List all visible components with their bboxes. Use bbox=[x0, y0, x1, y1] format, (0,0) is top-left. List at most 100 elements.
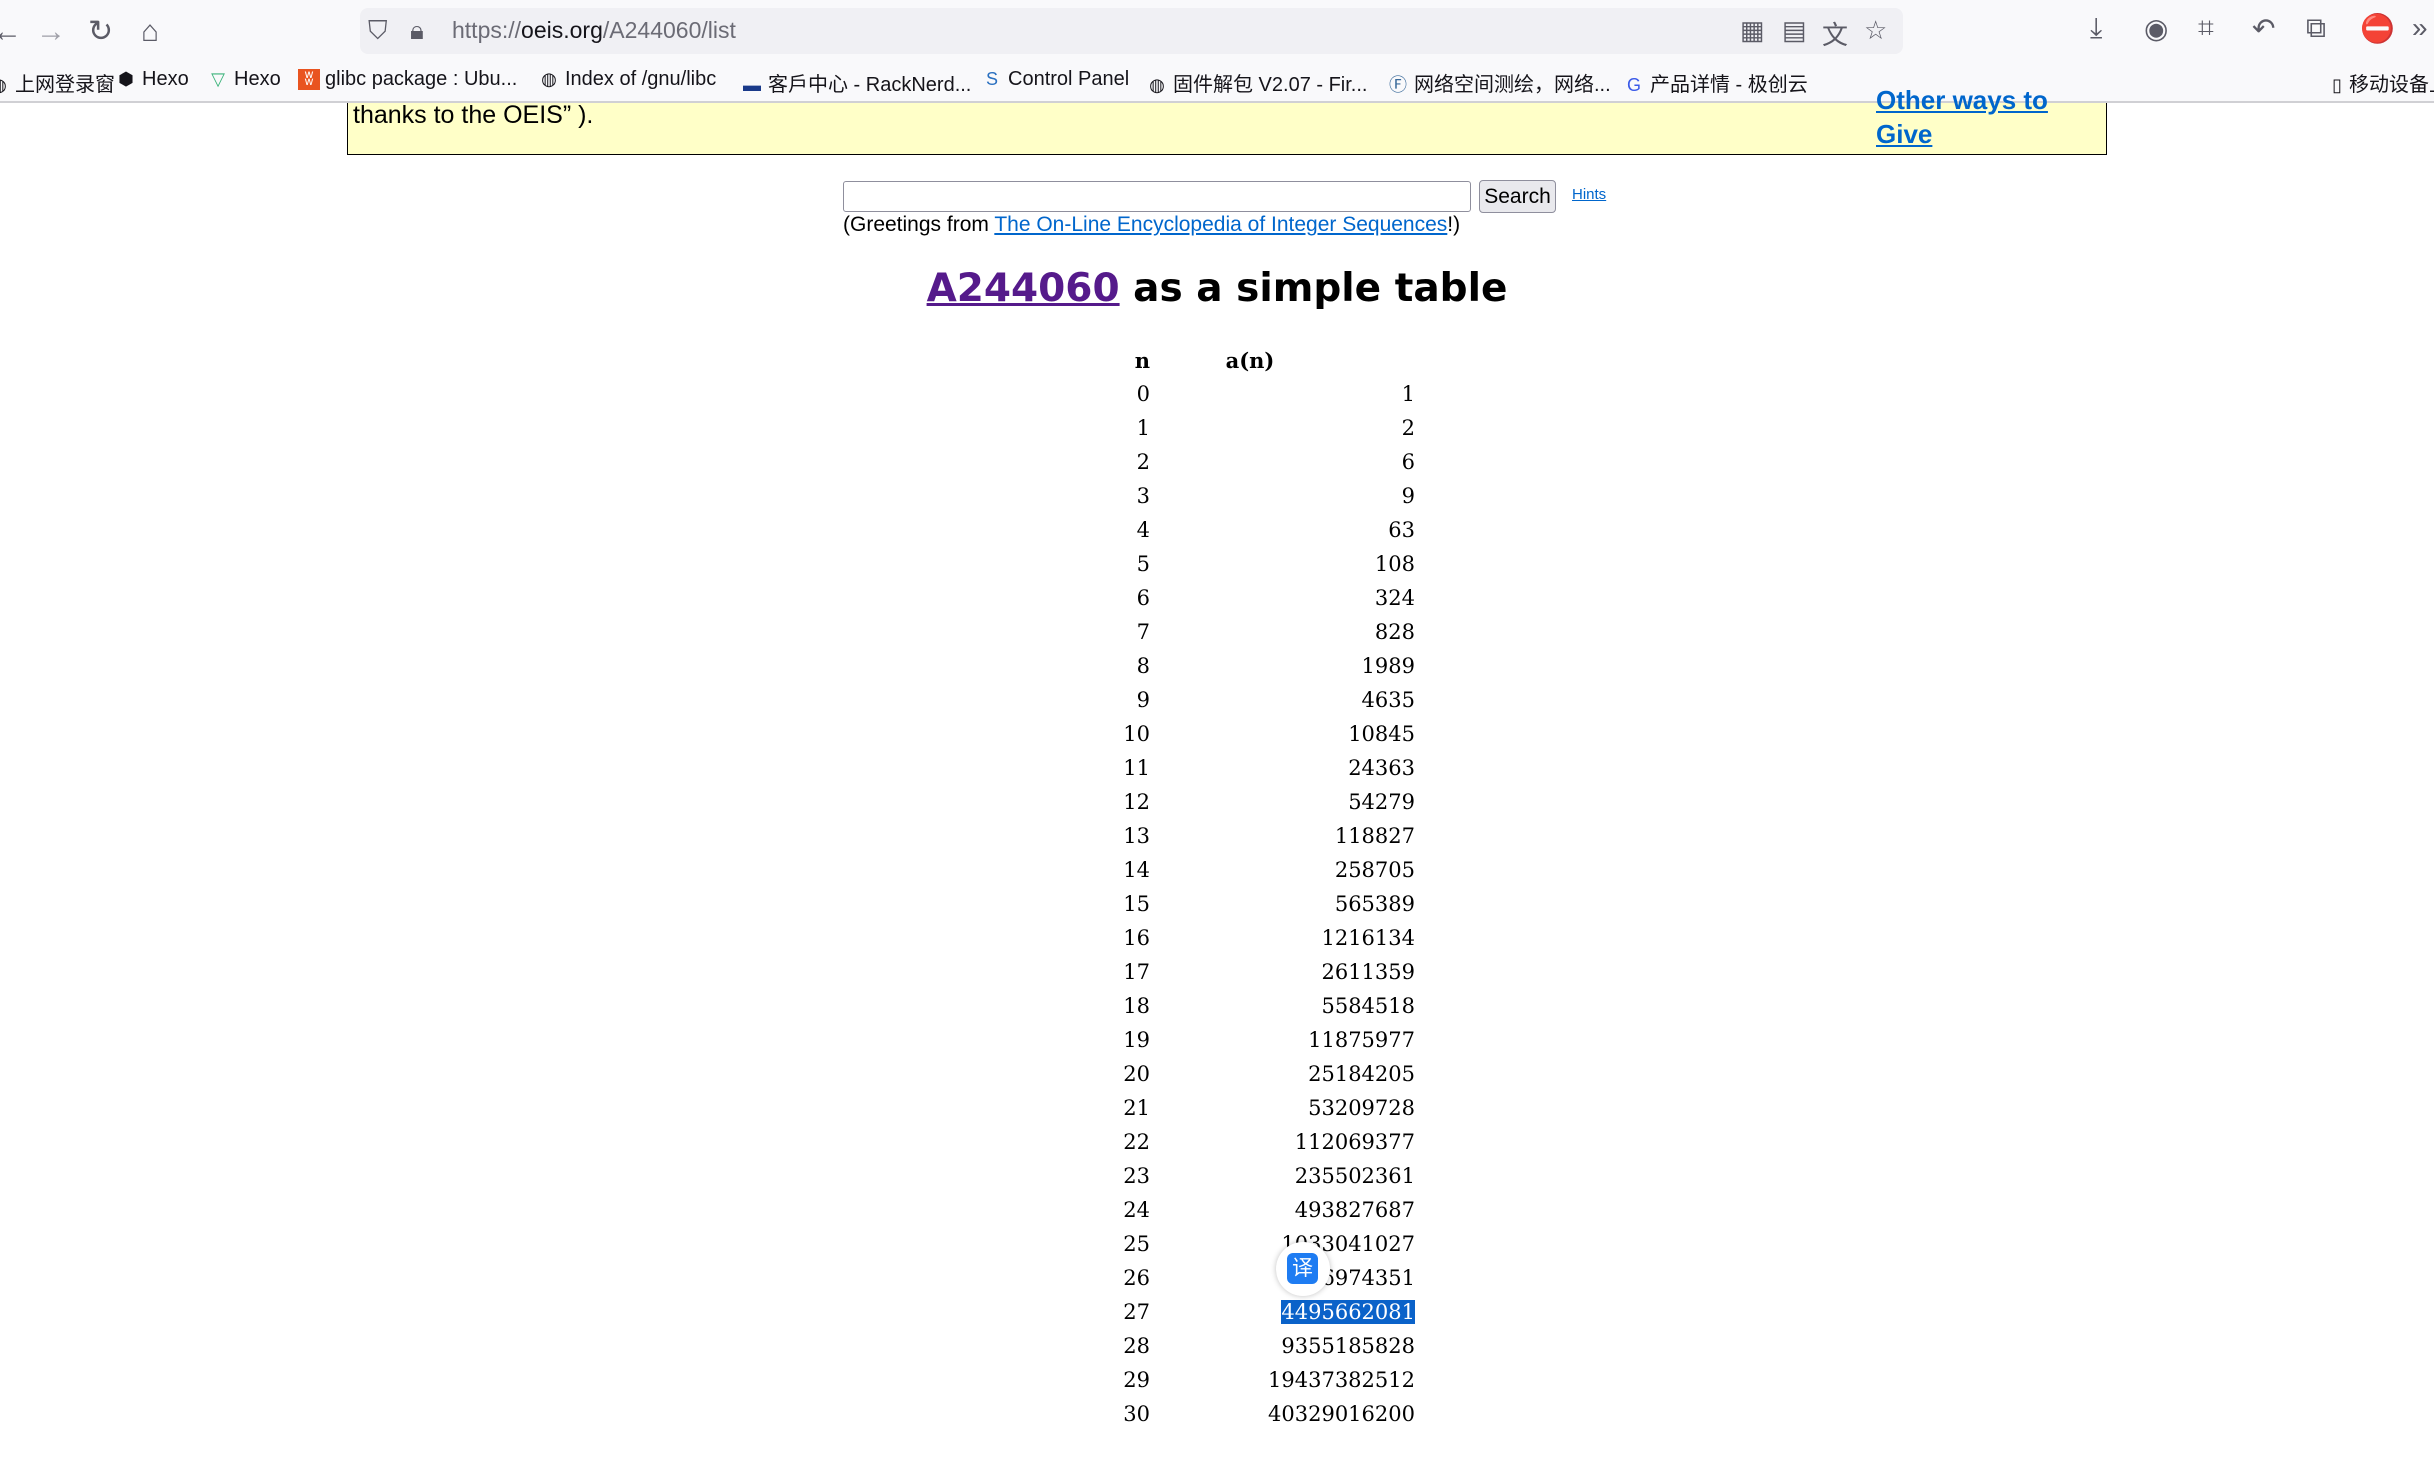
cell-an: 493827687 bbox=[1170, 1198, 1415, 1222]
value: 9355185828 bbox=[1281, 1334, 1415, 1358]
bookmark[interactable]: ʬ glibc package : Ubu... bbox=[298, 68, 517, 91]
qr-code-icon[interactable]: ▦ bbox=[1740, 15, 1765, 46]
addon-icon[interactable]: ⛔ bbox=[2360, 12, 2395, 45]
value: 324 bbox=[1374, 586, 1415, 610]
other-ways-to-give-link[interactable]: Other ways to Give bbox=[1876, 83, 2076, 151]
bookmark-mobile[interactable]: ▯移动设备上 bbox=[2330, 68, 2434, 97]
translate-icon: 译 bbox=[1287, 1253, 1318, 1284]
value: 493827687 bbox=[1294, 1198, 1415, 1222]
cell-n: 26 bbox=[1123, 1266, 1150, 1290]
value: 5584518 bbox=[1321, 994, 1415, 1018]
bookmark[interactable]: ▬ 客戶中心 - RackNerd... bbox=[741, 68, 971, 97]
extensions-icon[interactable]: ⧉ bbox=[2306, 12, 2326, 45]
cell-n: 21 bbox=[1123, 1096, 1150, 1120]
bookmark[interactable]: Ⓕ 网络空间测绘，网络... bbox=[1387, 68, 1611, 97]
hints-link[interactable]: Hints bbox=[1572, 186, 1606, 203]
globe-icon: ◍ bbox=[0, 75, 10, 96]
value: 25184205 bbox=[1308, 1062, 1415, 1086]
value: 24363 bbox=[1348, 756, 1415, 780]
value: 63 bbox=[1388, 518, 1415, 542]
value: 2611359 bbox=[1321, 960, 1415, 984]
overflow-icon[interactable]: » bbox=[2412, 12, 2428, 44]
home-icon[interactable]: ⌂ bbox=[141, 14, 159, 50]
cell-an: 4635 bbox=[1170, 688, 1415, 712]
reload-icon[interactable]: ↻ bbox=[88, 14, 113, 50]
bookmark-star-icon[interactable]: ☆ bbox=[1864, 15, 1887, 46]
cell-n: 25 bbox=[1123, 1232, 1150, 1256]
cell-an: 19437382512 bbox=[1170, 1368, 1415, 1392]
bookmark[interactable]: G 产品详情 - 极创云 bbox=[1623, 68, 1808, 97]
oeis-home-link[interactable]: The On-Line Encyclopedia of Integer Sequ… bbox=[994, 213, 1447, 236]
search-input[interactable] bbox=[843, 181, 1471, 212]
cell-an: 10845 bbox=[1170, 722, 1415, 746]
value: 565389 bbox=[1334, 892, 1415, 916]
bookmark[interactable]: ⬢ Hexo bbox=[115, 68, 189, 91]
cell-n: 8 bbox=[1136, 654, 1150, 678]
cell-an: 1989 bbox=[1170, 654, 1415, 678]
cell-n: 27 bbox=[1123, 1300, 1150, 1324]
panel-icon: S bbox=[985, 69, 998, 89]
url-text[interactable]: https://oeis.org/A244060/list bbox=[452, 17, 736, 44]
value: 828 bbox=[1374, 620, 1415, 644]
cell-n: 3 bbox=[1136, 484, 1150, 508]
crop-icon[interactable]: ⌗ bbox=[2198, 12, 2214, 45]
cell-n: 12 bbox=[1123, 790, 1150, 814]
ubuntu-icon: ʬ bbox=[298, 69, 320, 90]
bookmark[interactable]: ◍ 固件解包 V2.07 - Fir... bbox=[1146, 68, 1367, 97]
value: 4635 bbox=[1361, 688, 1415, 712]
address-bar[interactable]: ⛉ 🔒︎ https://oeis.org/A244060/list ▦ ▤ ⽂… bbox=[360, 8, 1903, 54]
cell-an: 118827 bbox=[1170, 824, 1415, 848]
cell-an: 2611359 bbox=[1170, 960, 1415, 984]
cell-n: 19 bbox=[1123, 1028, 1150, 1052]
donation-banner: thanks to the OEIS” ). Other ways to Give bbox=[347, 85, 2107, 155]
mobile-icon: ▯ bbox=[2332, 75, 2342, 95]
sequence-link[interactable]: A244060 bbox=[927, 266, 1120, 311]
cell-n: 24 bbox=[1123, 1198, 1150, 1222]
value: 2 bbox=[1401, 416, 1415, 440]
cell-an: 9 bbox=[1170, 484, 1415, 508]
banner-text: thanks to the OEIS” ). bbox=[353, 101, 594, 129]
value: 108 bbox=[1374, 552, 1415, 576]
reader-view-icon[interactable]: ▤ bbox=[1782, 15, 1807, 46]
forward-icon[interactable]: → bbox=[36, 14, 66, 50]
cell-n: 11 bbox=[1123, 756, 1150, 780]
cell-an: 2 bbox=[1170, 416, 1415, 440]
translate-page-icon[interactable]: ⽂ bbox=[1822, 15, 1848, 52]
value: 10845 bbox=[1348, 722, 1415, 746]
translate-bubble[interactable]: 译 bbox=[1276, 1242, 1330, 1296]
download-icon[interactable]: ⤓ bbox=[2090, 12, 2102, 45]
shield-icon[interactable]: ⛉ bbox=[368, 15, 388, 47]
bookmark[interactable]: ◍ Index of /gnu/libc bbox=[538, 68, 716, 91]
cell-an: 108 bbox=[1170, 552, 1415, 576]
cell-n: 15 bbox=[1123, 892, 1150, 916]
cell-an: 1 bbox=[1170, 382, 1415, 406]
fofa-icon: Ⓕ bbox=[1389, 75, 1407, 95]
globe-icon: ◍ bbox=[541, 69, 557, 89]
racknerd-icon: ▬ bbox=[743, 75, 761, 95]
cell-n: 2 bbox=[1136, 450, 1150, 474]
value: 9 bbox=[1401, 484, 1415, 508]
bookmark[interactable]: ▽ Hexo bbox=[207, 68, 281, 91]
bookmark[interactable]: S Control Panel bbox=[981, 68, 1129, 91]
cell-n: 10 bbox=[1123, 722, 1150, 746]
value: 53209728 bbox=[1308, 1096, 1415, 1120]
cell-n: 30 bbox=[1123, 1402, 1150, 1426]
cell-n: 17 bbox=[1123, 960, 1150, 984]
back-icon[interactable]: ← bbox=[0, 14, 22, 50]
value: 11875977 bbox=[1308, 1028, 1415, 1052]
greeting: (Greetings from The On-Line Encyclopedia… bbox=[843, 213, 1461, 236]
header-n: n bbox=[1134, 348, 1150, 373]
globe-icon: ◍ bbox=[1149, 75, 1165, 95]
cell-an: 565389 bbox=[1170, 892, 1415, 916]
value: 6 bbox=[1401, 450, 1415, 474]
cell-n: 1 bbox=[1136, 416, 1150, 440]
search-button[interactable]: Search bbox=[1479, 180, 1556, 213]
cell-n: 18 bbox=[1123, 994, 1150, 1018]
bookmark[interactable]: ◍上网登录窗 bbox=[0, 68, 115, 97]
cell-n: 0 bbox=[1136, 382, 1150, 406]
lock-icon[interactable]: 🔒︎ bbox=[410, 15, 424, 47]
value: 258705 bbox=[1334, 858, 1415, 882]
value: 118827 bbox=[1334, 824, 1415, 848]
account-icon[interactable]: ◉ bbox=[2144, 12, 2168, 45]
undo-icon[interactable]: ↶ bbox=[2252, 12, 2275, 45]
